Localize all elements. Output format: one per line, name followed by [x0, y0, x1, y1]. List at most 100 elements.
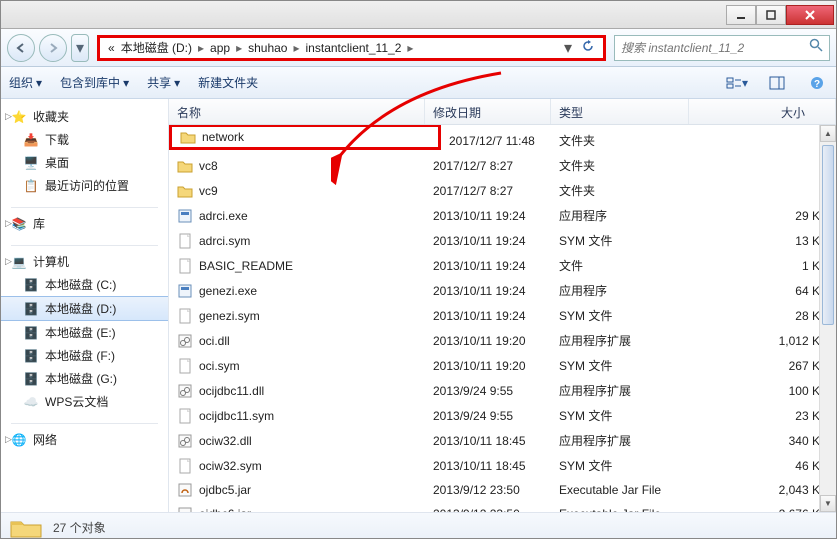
file-size: 100 KB	[689, 382, 836, 400]
file-size: 23 KB	[689, 407, 836, 425]
breadcrumb-part[interactable]: app	[208, 41, 232, 55]
file-list[interactable]: network2017/12/7 11:48文件夹vc82017/12/7 8:…	[169, 125, 836, 512]
file-row[interactable]: genezi.sym2013/10/11 19:24SYM 文件28 KB	[169, 303, 836, 328]
file-name: ojdbc5.jar	[199, 483, 251, 497]
new-folder-button[interactable]: 新建文件夹	[198, 74, 258, 91]
breadcrumb-part[interactable]: 本地磁盘 (D:)	[119, 39, 194, 56]
sidebar-item-drive-f[interactable]: 🗄️本地磁盘 (F:)	[1, 344, 168, 367]
jar-icon	[177, 506, 193, 512]
maximize-button[interactable]	[756, 5, 786, 25]
file-row[interactable]: oci.dll2013/10/11 19:20应用程序扩展1,012 KB	[169, 328, 836, 353]
file-row[interactable]: ojdbc6.jar2013/9/12 23:50Executable Jar …	[169, 502, 836, 512]
share-menu[interactable]: 共享 ▾	[147, 74, 180, 91]
file-size: 2,676 KB	[689, 505, 836, 512]
include-in-library[interactable]: 包含到库中 ▾	[60, 74, 129, 91]
sidebar-item-downloads[interactable]: 📥下载	[1, 128, 168, 151]
sidebar-favorites[interactable]: ▷⭐收藏夹	[1, 105, 168, 128]
file-icon	[177, 458, 193, 474]
search-input[interactable]	[621, 41, 803, 55]
file-row[interactable]: ociw32.sym2013/10/11 18:45SYM 文件46 KB	[169, 453, 836, 478]
sidebar-network[interactable]: ▷🌐网络	[1, 428, 168, 451]
network-icon: 🌐	[11, 432, 27, 448]
sidebar-libraries[interactable]: ▷📚库	[1, 212, 168, 235]
scroll-up-button[interactable]: ▲	[820, 125, 836, 142]
sidebar-item-drive-d[interactable]: 🗄️本地磁盘 (D:)	[1, 296, 168, 321]
file-date: 2013/9/12 23:50	[425, 481, 551, 499]
file-date: 2013/10/11 19:24	[425, 232, 551, 250]
scroll-thumb[interactable]	[822, 145, 834, 325]
folder-icon	[177, 183, 193, 199]
sidebar-item-drive-c[interactable]: 🗄️本地磁盘 (C:)	[1, 273, 168, 296]
file-row[interactable]: ocijdbc11.sym2013/9/24 9:55SYM 文件23 KB	[169, 403, 836, 428]
scrollbar[interactable]: ▲ ▼	[819, 125, 836, 512]
file-date: 2017/12/7 11:48	[441, 132, 551, 150]
file-type: SYM 文件	[551, 305, 689, 326]
sidebar-item-recent[interactable]: 📋最近访问的位置	[1, 174, 168, 197]
file-type: 应用程序扩展	[551, 380, 689, 401]
file-date: 2013/9/24 9:55	[425, 382, 551, 400]
titlebar	[1, 1, 836, 29]
help-button[interactable]: ?	[806, 73, 828, 93]
file-name: network	[202, 130, 244, 144]
file-date: 2013/10/11 19:24	[425, 257, 551, 275]
address-dropdown[interactable]: ▾	[559, 38, 577, 58]
tree-toggle-icon[interactable]: ▷	[5, 434, 12, 445]
column-header-name[interactable]: 名称	[169, 99, 425, 124]
file-row[interactable]: adrci.exe2013/10/11 19:24应用程序29 KB	[169, 203, 836, 228]
cloud-icon: ☁️	[23, 394, 39, 410]
file-type: 应用程序	[551, 205, 689, 226]
forward-button[interactable]	[39, 34, 67, 62]
close-button[interactable]	[786, 5, 834, 25]
file-name: ocijdbc11.sym	[199, 409, 274, 423]
folder-icon	[177, 158, 193, 174]
file-size	[689, 164, 836, 168]
file-row[interactable]: vc82017/12/7 8:27文件夹	[169, 153, 836, 178]
organize-menu[interactable]: 组织 ▾	[9, 74, 42, 91]
file-row[interactable]: genezi.exe2013/10/11 19:24应用程序64 KB	[169, 278, 836, 303]
sidebar-item-wps[interactable]: ☁️WPS云文档	[1, 390, 168, 413]
file-row[interactable]: ocijdbc11.dll2013/9/24 9:55应用程序扩展100 KB	[169, 378, 836, 403]
column-header-type[interactable]: 类型	[551, 99, 689, 124]
file-row[interactable]: adrci.sym2013/10/11 19:24SYM 文件13 KB	[169, 228, 836, 253]
scroll-down-button[interactable]: ▼	[820, 495, 836, 512]
file-size: 1 KB	[689, 257, 836, 275]
file-row[interactable]: BASIC_README2013/10/11 19:24文件1 KB	[169, 253, 836, 278]
breadcrumb-part[interactable]: shuhao	[246, 41, 289, 55]
sidebar-item-desktop[interactable]: 🖥️桌面	[1, 151, 168, 174]
column-header-date[interactable]: 修改日期	[425, 99, 551, 124]
minimize-button[interactable]	[726, 5, 756, 25]
sidebar-computer[interactable]: ▷💻计算机	[1, 250, 168, 273]
drive-icon: 🗄️	[23, 348, 39, 364]
preview-pane-button[interactable]	[766, 73, 788, 93]
address-bar[interactable]: « 本地磁盘 (D:) ▸ app ▸ shuhao ▸ instantclie…	[97, 35, 606, 61]
dll-icon	[177, 333, 193, 349]
history-dropdown[interactable]: ▾	[71, 34, 89, 62]
file-row[interactable]: ociw32.dll2013/10/11 18:45应用程序扩展340 KB	[169, 428, 836, 453]
file-type: Executable Jar File	[551, 505, 689, 512]
search-box[interactable]	[614, 35, 830, 61]
file-name: vc9	[199, 184, 218, 198]
file-row[interactable]: oci.sym2013/10/11 19:20SYM 文件267 KB	[169, 353, 836, 378]
file-date: 2013/10/11 18:45	[425, 457, 551, 475]
sidebar-item-drive-e[interactable]: 🗄️本地磁盘 (E:)	[1, 321, 168, 344]
breadcrumb-sep: ▸	[291, 41, 301, 55]
file-row[interactable]: ojdbc5.jar 2013/9/12 23:50Executable Jar …	[169, 478, 836, 502]
tree-toggle-icon[interactable]: ▷	[5, 256, 12, 267]
column-header-size[interactable]: 大小	[689, 99, 836, 124]
tree-toggle-icon[interactable]: ▷	[5, 218, 12, 229]
refresh-button[interactable]	[579, 39, 597, 57]
back-button[interactable]	[7, 34, 35, 62]
dll-icon	[177, 383, 193, 399]
file-name: adrci.sym	[199, 234, 250, 248]
tree-toggle-icon[interactable]: ▷	[5, 111, 12, 122]
breadcrumb-part[interactable]: instantclient_11_2	[304, 41, 404, 55]
breadcrumb-sep: ▸	[405, 41, 415, 55]
file-type: Executable Jar File	[551, 481, 689, 499]
file-name: genezi.exe	[199, 284, 257, 298]
file-size: 13 KB	[689, 232, 836, 250]
file-name: oci.dll	[199, 334, 230, 348]
view-options-button[interactable]: ▾	[726, 73, 748, 93]
file-row[interactable]: network	[169, 125, 441, 150]
file-row[interactable]: vc92017/12/7 8:27文件夹	[169, 178, 836, 203]
sidebar-item-drive-g[interactable]: 🗄️本地磁盘 (G:)	[1, 367, 168, 390]
